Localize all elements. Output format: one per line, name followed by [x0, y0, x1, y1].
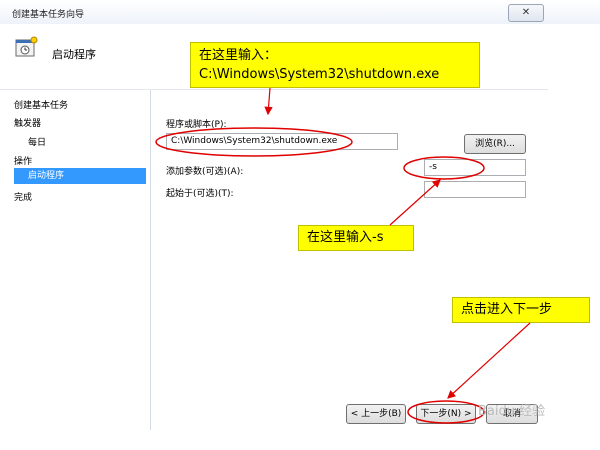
browse-button[interactable]: 浏览(R)...: [464, 134, 526, 154]
annotation-program-path-line1: 在这里输入：: [199, 48, 278, 63]
args-label: 添加参数(可选)(A):: [166, 167, 244, 177]
back-button[interactable]: < 上一步(B): [346, 404, 406, 424]
start-in-field[interactable]: [424, 181, 526, 198]
page-title: 启动程序: [52, 48, 96, 61]
watermark: Baidu 经验: [478, 404, 546, 419]
start-in-label: 起始于(可选)(T):: [166, 189, 234, 199]
wizard-step-list: [0, 90, 150, 430]
nav-item-finish[interactable]: 完成: [14, 190, 32, 203]
annotation-program-path-line2: C:\Windows\System32\shutdown.exe: [199, 67, 440, 82]
task-wizard-icon: [15, 36, 38, 57]
nav-item-action[interactable]: 操作: [14, 154, 32, 167]
annotation-args: 在这里输入-s: [298, 225, 414, 251]
nav-item-daily[interactable]: 每日: [28, 135, 46, 148]
next-button[interactable]: 下一步(N) >: [416, 404, 476, 424]
nav-item-trigger[interactable]: 触发器: [14, 116, 41, 129]
nav-item-start-program[interactable]: 启动程序: [14, 168, 146, 184]
args-field[interactable]: -s: [424, 159, 526, 176]
program-field[interactable]: C:\Windows\System32\shutdown.exe: [166, 133, 398, 150]
annotation-next-step: 点击进入下一步: [452, 297, 590, 323]
annotation-program-path: 在这里输入： C:\Windows\System32\shutdown.exe: [190, 42, 480, 88]
nav-item-create-basic-task[interactable]: 创建基本任务: [14, 98, 68, 111]
close-icon: ✕: [521, 7, 531, 18]
window-title: 创建基本任务向导: [12, 10, 85, 20]
close-button[interactable]: ✕: [508, 4, 544, 22]
program-label: 程序或脚本(P):: [166, 120, 227, 130]
